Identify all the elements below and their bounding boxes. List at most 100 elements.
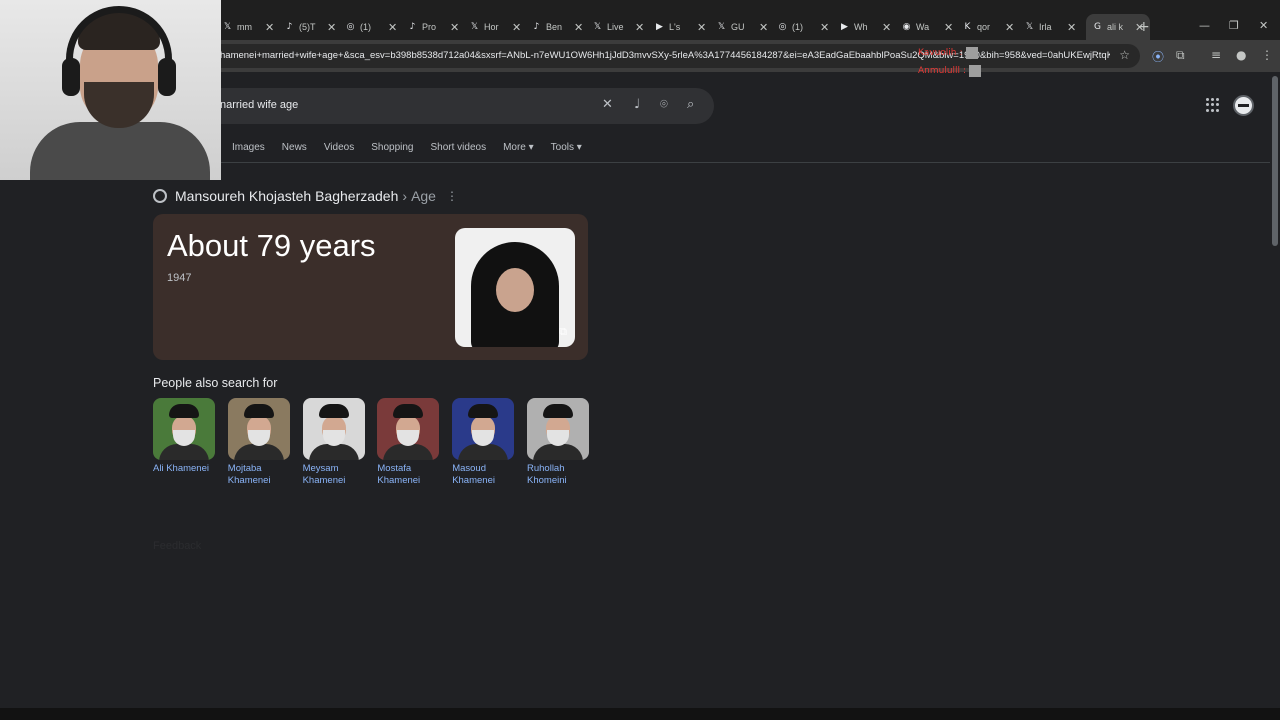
person-name-line2[interactable]: Khamenei [452, 475, 514, 487]
feedback-link[interactable]: Feedback [153, 540, 201, 552]
person-name[interactable]: Meysam Khamenei [303, 463, 365, 487]
more-options-icon[interactable]: ⋮ [446, 189, 458, 203]
person-name-line1[interactable]: Masoud [452, 463, 514, 475]
close-tab-icon[interactable]: ✕ [265, 21, 274, 34]
person-name[interactable]: Ali Khamenei [153, 463, 215, 475]
person-name[interactable]: Masoud Khamenei [452, 463, 514, 487]
search-query-text[interactable]: narried wife age [220, 99, 298, 111]
search-icon[interactable]: ⌕ [687, 97, 694, 112]
restore-button[interactable]: ❐ [1229, 19, 1239, 32]
browser-tab[interactable]: 𝕏 Hor ✕ [469, 17, 521, 37]
entity-name-link[interactable]: Mansoureh Khojasteh Bagherzadeh [175, 188, 398, 204]
person-name-line1[interactable]: Ali Khamenei [153, 463, 215, 475]
person-photo[interactable] [227, 398, 290, 460]
browser-tab[interactable]: ◉ Wa ✕ [901, 17, 954, 37]
person-name-line1[interactable]: Ruhollah [527, 463, 589, 475]
tab-images[interactable]: Images [232, 142, 265, 153]
related-person-card[interactable]: Ali Khamenei [153, 398, 215, 475]
bookmark-star-icon[interactable]: ☆ [1119, 48, 1130, 62]
search-box[interactable]: narried wife age ✕ ♩ ⌾ ⌕ [150, 88, 714, 124]
person-photo[interactable] [153, 398, 215, 460]
close-tab-icon[interactable]: ✕ [512, 21, 521, 34]
tab-title: GU [731, 22, 745, 32]
new-tab-button[interactable]: + [1138, 19, 1150, 35]
close-tab-icon[interactable]: ✕ [388, 21, 397, 34]
close-tab-icon[interactable]: ✕ [635, 21, 644, 34]
browser-tab[interactable]: 𝕏 Live ✕ [592, 17, 644, 37]
person-name[interactable]: Mojtaba Khamenei [228, 463, 290, 487]
person-photo[interactable] [452, 398, 515, 460]
close-tab-icon[interactable]: ✕ [759, 21, 768, 34]
tab-title: Pro [422, 22, 437, 32]
person-icon [153, 189, 167, 203]
tab-videos[interactable]: Videos [324, 142, 354, 153]
person-name-line1[interactable]: Mostafa [377, 463, 439, 475]
person-name[interactable]: Ruhollah Khomeini [527, 463, 589, 487]
tab-short-videos[interactable]: Short videos [430, 142, 486, 153]
media-control-icon[interactable]: ≡ [1211, 48, 1221, 62]
browser-tab[interactable]: ◎ (1) ✕ [345, 17, 398, 37]
lens-search-icon[interactable]: ⌾ [660, 97, 668, 112]
person-name-line2[interactable]: Khamenei [377, 475, 439, 487]
close-tab-icon[interactable]: ✕ [697, 21, 706, 34]
close-window-button[interactable]: ✕ [1259, 19, 1268, 32]
voice-search-icon[interactable]: ♩ [634, 97, 640, 112]
person-photo[interactable] [527, 398, 589, 460]
chat-username: Kavuolih [918, 48, 957, 58]
page-scrollbar[interactable] [1270, 72, 1280, 708]
browser-tab[interactable]: ▶ Wh ✕ [839, 17, 891, 37]
scrollbar-thumb[interactable] [1272, 76, 1278, 246]
tab-more[interactable]: More ▾ [503, 142, 534, 153]
tab-tools[interactable]: Tools ▾ [551, 142, 582, 153]
browser-tab[interactable]: ◎ (1) ✕ [777, 17, 830, 37]
entity-photo[interactable]: ⧉ [455, 228, 575, 347]
image-icon[interactable]: ⧉ [559, 325, 567, 339]
instagram-icon: ◎ [346, 21, 355, 32]
person-name-line1[interactable]: Meysam [303, 463, 365, 475]
close-tab-icon[interactable]: ✕ [450, 21, 459, 34]
person-photo[interactable] [377, 398, 440, 460]
browser-tab[interactable]: ▶ L's ✕ [654, 17, 706, 37]
person-name[interactable]: Mostafa Khamenei [377, 463, 439, 487]
related-person-card[interactable]: Masoud Khamenei [452, 398, 515, 487]
person-name-line2[interactable]: Khamenei [303, 475, 365, 487]
related-person-card[interactable]: Ruhollah Khomeini [527, 398, 589, 487]
google-apps-icon[interactable] [1206, 98, 1220, 112]
browser-tab[interactable]: ♪ Pro ✕ [407, 17, 460, 37]
profile-icon[interactable]: ● [1236, 48, 1246, 62]
browser-tab[interactable]: ♪ (5)T ✕ [284, 17, 337, 37]
related-person-card[interactable]: Meysam Khamenei [302, 398, 365, 487]
extensions-icon[interactable]: ⧉ [1176, 48, 1185, 63]
close-tab-icon[interactable]: ✕ [820, 21, 829, 34]
youtube-icon: ▶ [656, 21, 663, 32]
person-photo[interactable] [302, 398, 365, 460]
close-tab-icon[interactable]: ✕ [944, 21, 953, 34]
minimize-button[interactable]: — [1199, 19, 1210, 32]
clear-search-icon[interactable]: ✕ [602, 97, 613, 112]
tab-news[interactable]: News [282, 142, 307, 153]
browser-tab[interactable]: 𝕏 GU ✕ [716, 17, 768, 37]
x-icon: 𝕏 [717, 21, 726, 32]
browser-tab[interactable]: Kqor ✕ [962, 17, 1015, 37]
person-name-line2[interactable]: Khamenei [228, 475, 290, 487]
account-avatar[interactable] [1233, 95, 1254, 116]
close-tab-icon[interactable]: ✕ [882, 21, 891, 34]
tab-shopping[interactable]: Shopping [371, 142, 413, 153]
browser-tab[interactable]: ♪ Ben ✕ [531, 17, 584, 37]
related-person-card[interactable]: Mostafa Khamenei [377, 398, 440, 487]
person-name-line1[interactable]: Mojtaba [228, 463, 290, 475]
tab-title: (1) [360, 22, 371, 32]
tiktok-icon: ♪ [286, 21, 293, 32]
address-bar[interactable]: hamenei+married+wife+age+&sca_esv=b398b8… [210, 44, 1140, 68]
close-tab-icon[interactable]: ✕ [327, 21, 336, 34]
read-aloud-icon[interactable]: ⦿ [1152, 48, 1164, 65]
browser-menu-icon[interactable]: ⋮ [1261, 48, 1273, 62]
close-tab-icon[interactable]: ✕ [574, 21, 583, 34]
close-tab-icon[interactable]: ✕ [1067, 21, 1076, 34]
browser-tab[interactable]: 𝕏mm ✕ [222, 17, 274, 37]
close-tab-icon[interactable]: ✕ [1005, 21, 1014, 34]
related-person-card[interactable]: Mojtaba Khamenei [227, 398, 290, 487]
stream-chat-overlay: Kavuolih: Anmululll: [918, 44, 982, 80]
person-name-line2[interactable]: Khomeini [527, 475, 589, 487]
browser-tab[interactable]: 𝕏 Irla ✕ [1024, 17, 1076, 37]
